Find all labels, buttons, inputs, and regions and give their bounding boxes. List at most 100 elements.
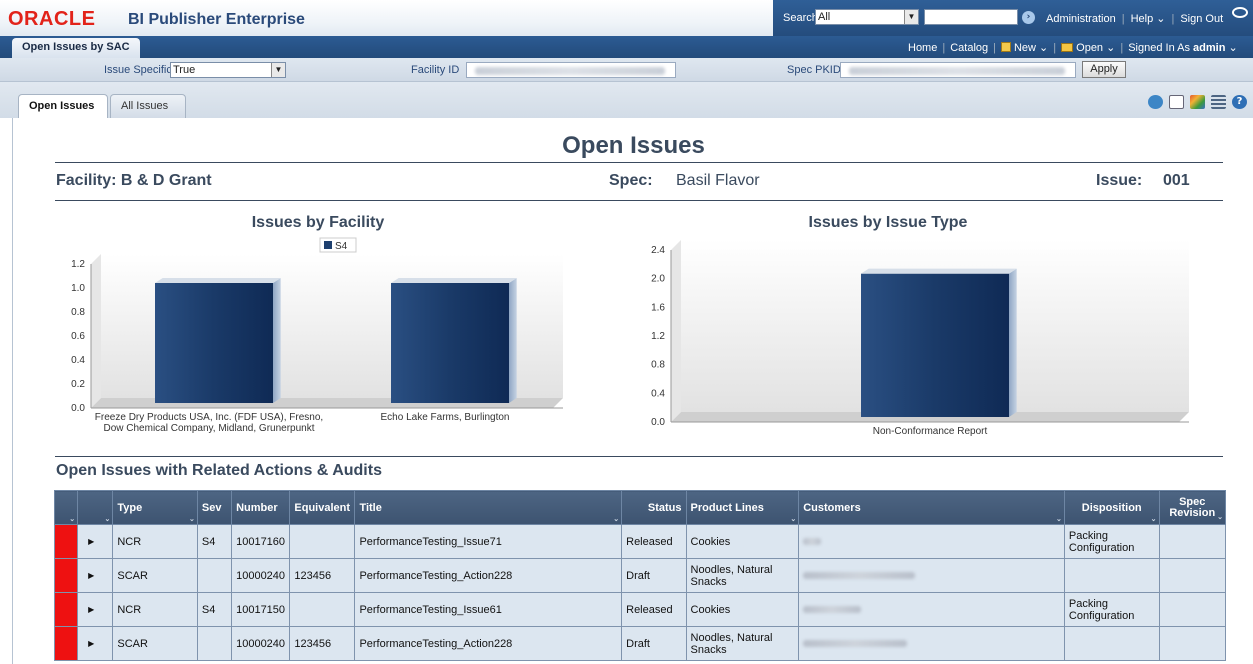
- col-expand-header[interactable]: ⌄: [77, 490, 114, 525]
- expand-row-icon[interactable]: ▶: [77, 558, 114, 593]
- cell-equivalent: 123456: [289, 626, 356, 661]
- administration-link[interactable]: Administration: [1046, 13, 1116, 25]
- redacted-value: [803, 640, 908, 648]
- col-status-header[interactable]: Status: [621, 490, 687, 525]
- oracle-o-icon: [1232, 7, 1248, 18]
- y-tick-label: 0.2: [71, 379, 85, 390]
- cell-number: 10017160: [231, 524, 291, 559]
- cell-number: 10017150: [231, 592, 291, 627]
- col-equivalent-header[interactable]: Equivalent: [289, 490, 356, 525]
- product-name: BI Publisher Enterprise: [128, 11, 305, 28]
- help-icon[interactable]: ?: [1232, 95, 1247, 109]
- x-tick-label: Freeze Dry Products USA, Inc. (FDF USA),…: [95, 412, 323, 423]
- status-flag: [53, 524, 79, 559]
- status-flag: [53, 592, 79, 627]
- cell-product-lines: Cookies: [685, 592, 800, 627]
- y-tick-label: 0.4: [651, 388, 665, 399]
- new-icon: [1000, 42, 1011, 52]
- apply-button[interactable]: Apply: [1082, 61, 1126, 78]
- divider: [55, 162, 1223, 163]
- col-type-header[interactable]: Type ⌄: [112, 490, 198, 525]
- chevron-down-icon: ⌄: [613, 516, 620, 523]
- y-tick-label: 1.6: [651, 302, 665, 313]
- status-flag: [53, 626, 79, 661]
- table-row[interactable]: ▶ NCR S4 10017150 PerformanceTesting_Iss…: [53, 592, 1226, 627]
- cell-disposition: [1063, 558, 1160, 593]
- spec-pkid-field[interactable]: [840, 62, 1076, 78]
- col-number-header[interactable]: Number: [231, 490, 291, 525]
- expand-row-icon[interactable]: ▶: [77, 626, 114, 661]
- refresh-icon[interactable]: [1148, 95, 1163, 109]
- signed-in-menu[interactable]: Signed In As admin ⌄: [1128, 42, 1238, 54]
- table-row[interactable]: ▶ SCAR 10000240 123456 PerformanceTestin…: [53, 626, 1226, 661]
- sign-out-link[interactable]: Sign Out: [1180, 13, 1223, 25]
- help-link[interactable]: Help ⌄: [1131, 13, 1166, 25]
- redacted-value: [475, 67, 665, 75]
- col-customers-header[interactable]: Customers ⌄: [798, 490, 1065, 525]
- new-menu[interactable]: New ⌄: [1000, 42, 1048, 54]
- bar: [155, 283, 273, 403]
- top-links: Administration | Help ⌄ | Sign Out: [1046, 13, 1224, 25]
- bar-side: [273, 278, 281, 403]
- col-title-header[interactable]: Title ⌄: [354, 490, 623, 525]
- y-tick-label: 0.0: [651, 417, 665, 428]
- col-sev-header[interactable]: Sev: [196, 490, 233, 525]
- search-label: Search: [783, 12, 818, 24]
- col-product-lines-header[interactable]: Product Lines ⌄: [685, 490, 800, 525]
- cell-equivalent: [289, 524, 356, 559]
- spec-heading-value: Basil Flavor: [676, 172, 760, 189]
- cell-disposition: [1063, 626, 1160, 661]
- redacted-value: [849, 67, 1065, 75]
- doc-tab[interactable]: Open Issues by SAC: [12, 38, 140, 58]
- cell-product-lines: Noodles, Natural Snacks: [685, 626, 800, 661]
- y-tick-label: 0.8: [71, 307, 85, 318]
- cell-sev: S4: [196, 524, 233, 559]
- table-row[interactable]: ▶ NCR S4 10017160 PerformanceTesting_Iss…: [53, 524, 1226, 559]
- chart-wall-side: [91, 254, 101, 408]
- tab-all-issues[interactable]: All Issues: [110, 94, 186, 118]
- col-flag-header[interactable]: ⌄: [53, 490, 79, 525]
- spec-pkid-label: Spec PKID: [787, 64, 841, 76]
- actions-icon[interactable]: [1190, 95, 1205, 109]
- chart-title-issue-type: Issues by Issue Type: [808, 214, 968, 231]
- user-name: admin: [1193, 42, 1226, 54]
- search-go-icon[interactable]: ›: [1022, 11, 1035, 24]
- y-tick-label: 2.0: [651, 274, 665, 285]
- y-tick-label: 1.2: [651, 331, 665, 342]
- cell-number: 10000240: [231, 558, 291, 593]
- y-tick-label: 2.4: [651, 245, 665, 256]
- open-menu[interactable]: Open ⌄: [1061, 42, 1115, 54]
- col-spec-revision-header[interactable]: Spec Revision ⌄: [1158, 490, 1226, 525]
- cell-disposition: Packing Configuration: [1063, 524, 1160, 559]
- search-scope-select[interactable]: All ▼: [815, 9, 919, 25]
- chevron-down-icon: ⌄: [189, 516, 195, 523]
- y-tick-label: 1.2: [71, 259, 85, 270]
- options-icon[interactable]: [1211, 95, 1226, 109]
- bar-side: [1009, 268, 1017, 417]
- table-row[interactable]: ▶ SCAR 10000240 123456 PerformanceTestin…: [53, 558, 1226, 593]
- view-report-icon[interactable]: [1169, 95, 1184, 109]
- issue-specific-select[interactable]: True ▼: [170, 62, 286, 78]
- facility-id-field[interactable]: [466, 62, 676, 78]
- home-link[interactable]: Home: [908, 42, 937, 54]
- cell-equivalent: [289, 592, 356, 627]
- expand-row-icon[interactable]: ▶: [77, 524, 114, 559]
- expand-row-icon[interactable]: ▶: [77, 592, 114, 627]
- tab-open-issues[interactable]: Open Issues: [18, 94, 108, 118]
- cell-spec-revision: [1158, 558, 1226, 593]
- cell-status: Draft: [621, 558, 687, 593]
- cell-status: Released: [621, 524, 687, 559]
- x-tick-label: Dow Chemical Company, Midland, Grunerpun…: [103, 423, 314, 434]
- col-disposition-header[interactable]: Disposition ⌄: [1063, 490, 1160, 525]
- cell-sev: [196, 558, 233, 593]
- report-area: Open Issues Facility: B & D Grant Spec: …: [12, 118, 1253, 664]
- search-scope-value: All: [818, 11, 831, 23]
- chevron-down-icon: ⌄: [69, 516, 76, 523]
- facility-id-label: Facility ID: [411, 64, 460, 76]
- cell-type: NCR: [112, 592, 198, 627]
- issue-specific-value: True: [173, 64, 196, 76]
- catalog-link[interactable]: Catalog: [950, 42, 988, 54]
- chevron-down-icon: ▼: [904, 10, 918, 24]
- search-input[interactable]: [924, 9, 1018, 25]
- issues-table: ⌄ ⌄ Type ⌄ Sev Number Equivalent Title ⌄ S…: [53, 490, 1226, 661]
